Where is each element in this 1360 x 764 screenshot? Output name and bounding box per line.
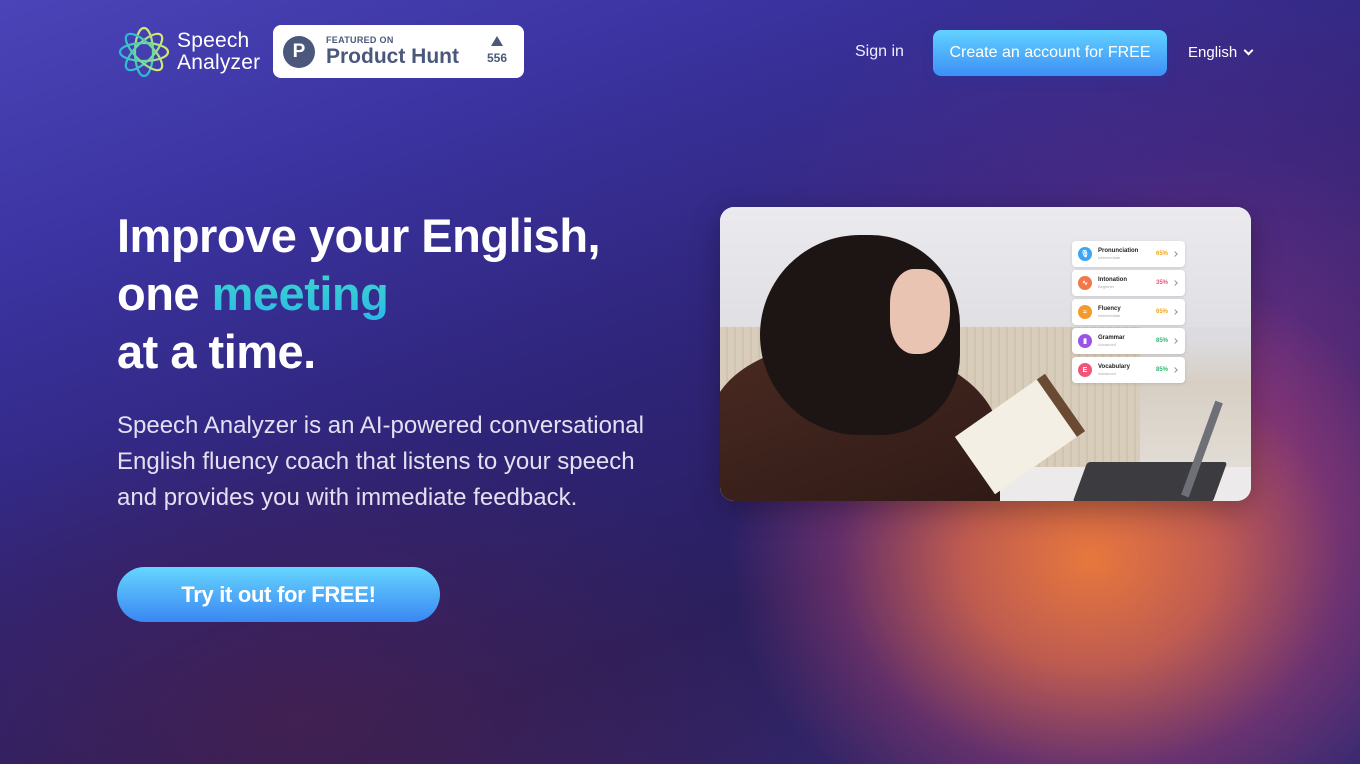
waves-icon: ≈ — [1078, 305, 1092, 319]
chevron-right-icon — [1172, 280, 1178, 286]
score-card: ∿ Intonation Beginner 35% — [1072, 270, 1185, 296]
logo-wordmark: Speech Analyzer — [177, 30, 260, 74]
score-text: Pronunciation Intermediate — [1098, 248, 1138, 261]
score-name: Fluency — [1098, 305, 1121, 312]
score-card: ▮ Grammar Advanced 85% — [1072, 328, 1185, 354]
microphone-icon: 🎙 — [1078, 247, 1092, 261]
hero-headline: Improve your English, one meeting at a t… — [117, 207, 601, 381]
score-percent: 65% — [1155, 309, 1168, 315]
headline-accent-word: meeting — [211, 267, 389, 320]
score-card: E Vocabulary Advanced 85% — [1072, 357, 1185, 383]
book-icon: ▮ — [1078, 334, 1092, 348]
score-text: Vocabulary Advanced — [1098, 364, 1130, 377]
hero-image: 🎙 Pronunciation Intermediate 65% ∿ Inton… — [720, 207, 1251, 501]
chevron-down-icon — [1243, 45, 1254, 56]
headline-line-3: at a time. — [117, 325, 316, 378]
product-hunt-logo-icon: P — [283, 35, 315, 68]
score-card: ≈ Fluency Intermediate 65% — [1072, 299, 1185, 325]
score-name: Vocabulary — [1098, 363, 1130, 370]
score-percent: 85% — [1155, 338, 1168, 344]
score-text: Intonation Beginner — [1098, 277, 1127, 290]
score-name: Grammar — [1098, 334, 1125, 341]
logo-line-1: Speech — [177, 29, 250, 52]
chevron-right-icon — [1172, 309, 1178, 315]
star-wave-logo-icon — [118, 26, 170, 78]
language-selected: English — [1188, 44, 1238, 61]
logo-line-2: Analyzer — [177, 51, 261, 74]
chevron-right-icon — [1172, 367, 1178, 373]
photo-person-face — [890, 269, 950, 354]
score-percent: 85% — [1155, 367, 1168, 373]
upvote-triangle-icon — [490, 36, 503, 46]
create-account-button[interactable]: Create an account for FREE — [933, 30, 1167, 76]
upvote-count: 556 — [486, 51, 507, 65]
score-card-list: 🎙 Pronunciation Intermediate 65% ∿ Inton… — [1072, 241, 1185, 386]
score-level: Advanced — [1098, 341, 1116, 347]
score-level: Beginner — [1098, 283, 1115, 289]
site-header: Speech Analyzer P FEATURED ON Product Hu… — [0, 0, 1360, 100]
score-level: Intermediate — [1098, 254, 1121, 260]
upvote-counter: 556 — [487, 36, 507, 65]
score-text: Fluency Intermediate — [1098, 306, 1121, 319]
score-level: Advanced — [1098, 370, 1116, 376]
product-hunt-name: Product Hunt — [326, 44, 459, 68]
product-hunt-badge[interactable]: P FEATURED ON Product Hunt 556 — [273, 25, 524, 78]
try-free-button[interactable]: Try it out for FREE! — [117, 567, 440, 622]
headline-line-2-prefix: one — [117, 267, 212, 320]
waveform-icon: ∿ — [1078, 276, 1092, 290]
score-name: Pronunciation — [1098, 247, 1139, 254]
product-hunt-text: FEATURED ON Product Hunt — [326, 35, 459, 69]
headline-line-1: Improve your English, — [117, 209, 601, 262]
chevron-right-icon — [1172, 251, 1178, 257]
score-percent: 35% — [1155, 280, 1168, 286]
language-selector[interactable]: English — [1188, 44, 1254, 61]
score-name: Intonation — [1098, 276, 1127, 283]
score-text: Grammar Advanced — [1098, 335, 1125, 348]
score-level: Intermediate — [1098, 312, 1121, 318]
score-percent: 65% — [1155, 251, 1168, 257]
hero-description: Speech Analyzer is an AI-powered convers… — [117, 412, 644, 511]
photo-laptop — [1072, 462, 1228, 501]
logo-link[interactable]: Speech Analyzer — [117, 25, 260, 79]
score-card: 🎙 Pronunciation Intermediate 65% — [1072, 241, 1185, 267]
sign-in-link[interactable]: Sign in — [855, 43, 904, 61]
featured-on-label: FEATURED ON — [326, 34, 394, 45]
headline-line-2: one meeting — [117, 265, 600, 323]
chevron-right-icon — [1172, 338, 1178, 344]
letter-e-icon: E — [1078, 363, 1092, 377]
